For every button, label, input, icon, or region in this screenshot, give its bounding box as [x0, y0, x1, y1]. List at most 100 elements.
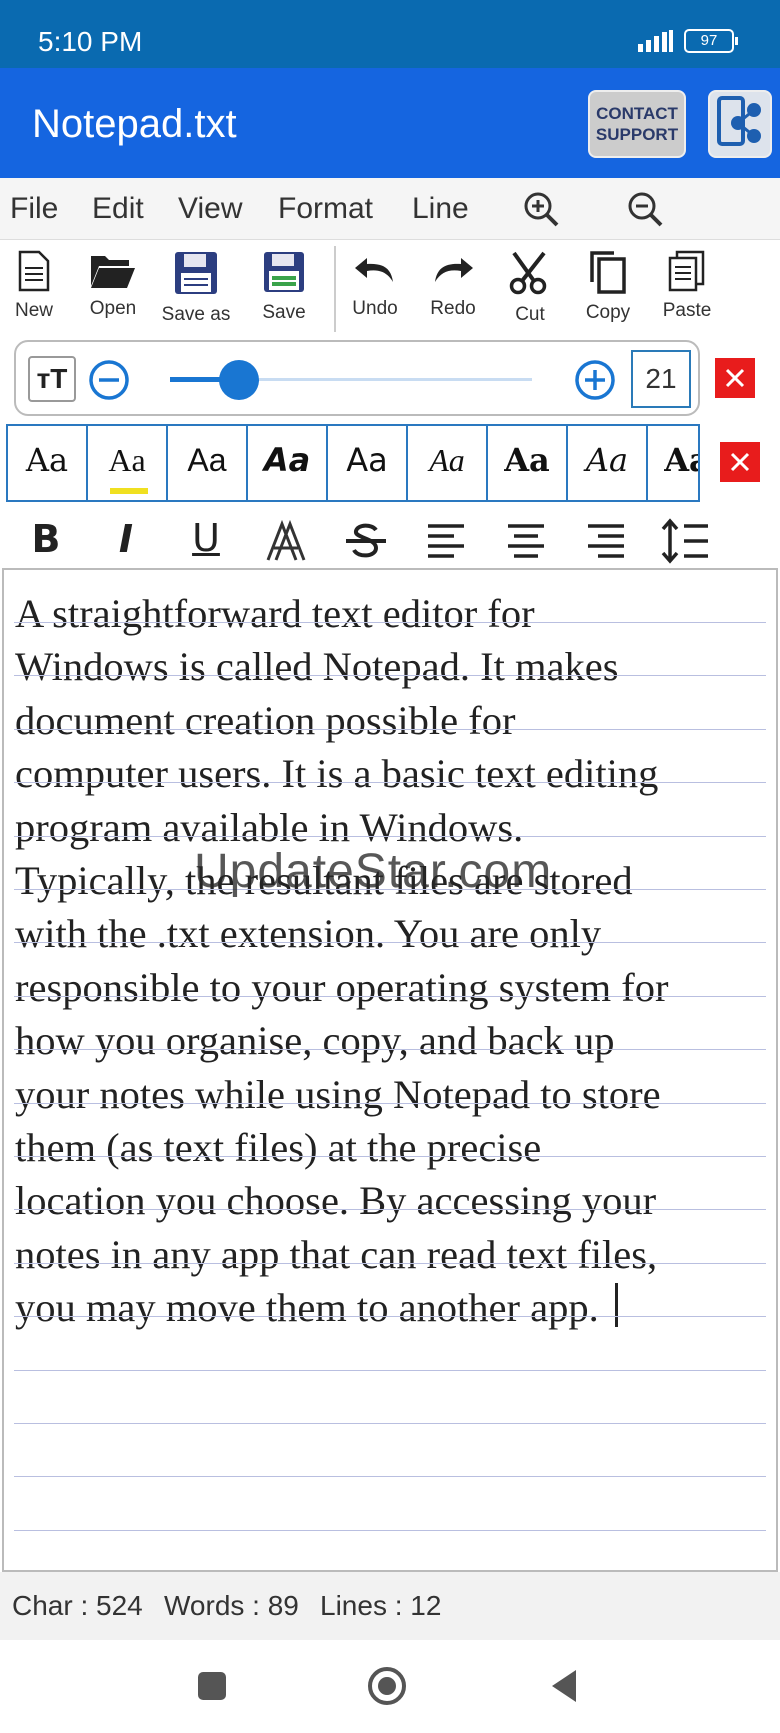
ruled-line	[14, 728, 766, 730]
font-sample: Aa	[346, 441, 388, 479]
italic-button[interactable]: I	[98, 516, 154, 566]
redo-button[interactable]: Redo	[411, 250, 495, 320]
line-spacing-icon[interactable]	[658, 516, 714, 566]
font-option[interactable]: Aa	[168, 426, 248, 500]
ruled-line	[14, 1209, 766, 1211]
font-option-selected[interactable]: Aa	[88, 426, 168, 500]
paste-label: Paste	[662, 300, 712, 321]
menu-view[interactable]: View	[178, 192, 242, 226]
ruled-line	[14, 782, 766, 784]
font-sample: Aa	[429, 442, 465, 478]
increase-size-icon[interactable]	[574, 359, 616, 401]
new-button[interactable]: New	[0, 250, 76, 322]
cut-button[interactable]: Cut	[488, 250, 572, 326]
font-style-icon[interactable]	[258, 516, 314, 566]
toolbar: New Open Save as Save Undo Redo Cut Copy…	[0, 240, 780, 336]
char-count: Char : 524	[12, 1590, 143, 1621]
redo-icon	[435, 258, 473, 282]
status-time: 5:10 PM	[38, 26, 143, 57]
bold-button[interactable]: B	[18, 516, 74, 566]
font-option[interactable]: Aa	[648, 426, 698, 500]
menu-edit[interactable]: Edit	[92, 192, 144, 226]
text-size-icon[interactable]: ᴛT	[28, 356, 76, 402]
font-option[interactable]: Aa	[248, 426, 328, 500]
status-bar: 5:10 PM 97	[0, 0, 780, 68]
font-size-value[interactable]: 21	[631, 350, 691, 408]
ruled-line	[14, 675, 766, 677]
menu-file[interactable]: File	[10, 192, 58, 226]
font-sample: Aa	[664, 441, 698, 479]
close-font-picker-button[interactable]	[720, 442, 760, 482]
copy-icon	[590, 251, 626, 294]
font-picker: Aa Aa Aa Aa Aa Aa Aa Aa Aa	[6, 424, 700, 502]
cut-label: Cut	[515, 304, 545, 325]
ruled-line	[14, 1102, 766, 1104]
undo-label: Undo	[352, 298, 398, 319]
text-cursor	[614, 1283, 618, 1328]
decrease-size-icon[interactable]	[88, 359, 130, 401]
home-icon[interactable]	[366, 1665, 408, 1707]
paste-icon	[668, 250, 705, 292]
align-left-icon[interactable]	[418, 516, 474, 566]
font-size-bar: ᴛT 21	[14, 340, 700, 416]
ruled-line	[14, 1369, 766, 1371]
ruled-line	[14, 995, 766, 997]
undo-icon	[355, 258, 393, 282]
ruled-line	[14, 835, 766, 837]
folder-open-icon	[91, 256, 135, 288]
ruled-line	[14, 1423, 766, 1424]
contact-label-line2: SUPPORT	[595, 125, 679, 144]
zoom-out-icon[interactable]	[626, 190, 664, 228]
save-as-button[interactable]: Save as	[154, 250, 238, 326]
text-editor[interactable]: A straightforward text editor for Window…	[2, 568, 778, 1572]
copy-label: Copy	[585, 302, 631, 323]
undo-button[interactable]: Undo	[333, 250, 417, 320]
font-option[interactable]: Aa	[408, 426, 488, 500]
format-toolbar: B I U	[0, 506, 780, 570]
recents-icon[interactable]	[196, 1670, 228, 1702]
font-option[interactable]: Aa	[488, 426, 568, 500]
share-button[interactable]	[708, 90, 772, 158]
menu-bar: File Edit View Format Line	[0, 178, 780, 240]
battery-icon: 97	[684, 29, 738, 53]
ruled-line	[14, 1316, 766, 1318]
back-icon[interactable]	[548, 1668, 580, 1704]
ruled-line	[14, 1049, 766, 1051]
font-sample: Aa	[504, 441, 550, 479]
align-center-icon[interactable]	[498, 516, 554, 566]
contact-support-button[interactable]: CONTACT SUPPORT	[588, 90, 686, 158]
save-button[interactable]: Save	[242, 250, 326, 324]
system-nav-bar	[0, 1640, 780, 1733]
ruled-line	[14, 1529, 766, 1531]
open-button[interactable]: Open	[71, 250, 155, 320]
menu-line[interactable]: Line	[412, 192, 469, 226]
save-as-icon	[175, 252, 217, 294]
zoom-in-icon[interactable]	[522, 190, 560, 228]
ruled-line	[14, 1156, 766, 1157]
font-option[interactable]: Aa	[328, 426, 408, 500]
underline-button[interactable]: U	[178, 516, 234, 566]
app-bar: Notepad.txt CONTACT SUPPORT	[0, 68, 780, 178]
save-icon	[264, 252, 304, 292]
align-right-icon[interactable]	[578, 516, 634, 566]
font-sample: Aa	[25, 441, 69, 479]
strikethrough-icon[interactable]	[338, 516, 394, 566]
scissors-icon	[509, 251, 547, 295]
new-label: New	[14, 300, 53, 321]
menu-format[interactable]: Format	[278, 192, 373, 226]
close-size-bar-button[interactable]	[715, 358, 755, 398]
paste-button[interactable]: Paste	[645, 250, 729, 322]
text-size-glyph: ᴛT	[36, 363, 68, 394]
font-option[interactable]: Aa	[8, 426, 88, 500]
word-count: Words : 89	[164, 1590, 299, 1621]
ruled-line	[14, 622, 766, 623]
status-counts: Char : 524 Words : 89 Lines : 12	[0, 1572, 780, 1640]
save-label: Save	[262, 302, 306, 323]
page-title: Notepad.txt	[32, 102, 237, 146]
signal-icon	[638, 30, 673, 52]
copy-button[interactable]: Copy	[566, 250, 650, 324]
editor-content[interactable]: A straightforward text editor for Window…	[15, 587, 768, 1335]
size-slider-thumb[interactable]	[218, 360, 259, 400]
font-option[interactable]: Aa	[568, 426, 648, 500]
close-icon	[730, 452, 750, 472]
